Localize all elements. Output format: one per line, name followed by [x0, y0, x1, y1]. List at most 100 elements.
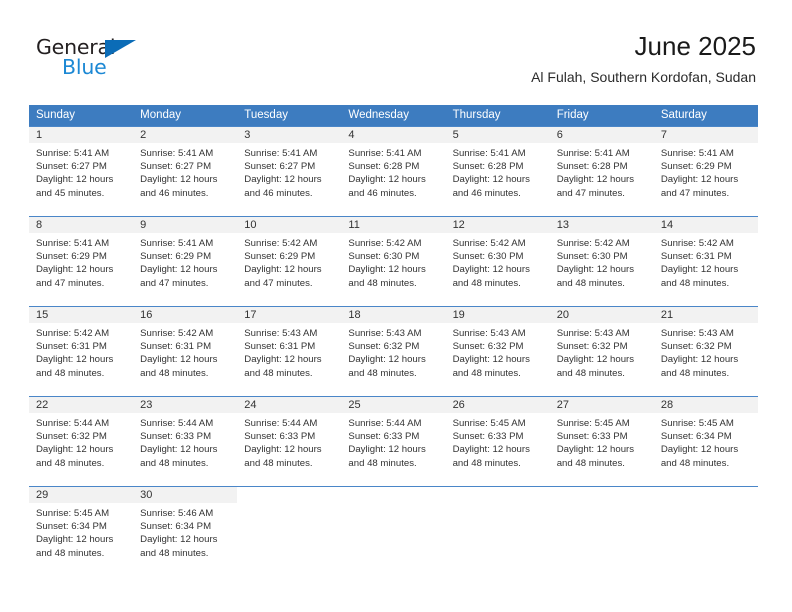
- calendar-week-row: 1 Sunrise: 5:41 AM Sunset: 6:27 PM Daylight…: [29, 126, 758, 217]
- sunrise-text: Sunrise: 5:42 AM: [244, 238, 318, 249]
- daylight-text-line1: Daylight: 12 hours: [660, 444, 739, 456]
- daylight-text-line2: and 48 minutes.: [244, 457, 313, 469]
- daylight-text-line2: and 46 minutes.: [244, 187, 313, 199]
- calendar-day-cell[interactable]: 27 Sunrise: 5:45 AM Sunset: 6:33 PM Dayligh…: [549, 396, 654, 487]
- day-details: Sunrise: 5:41 AM Sunset: 6:27 PM Daylight:…: [237, 143, 341, 200]
- calendar-day-cell[interactable]: 5 Sunrise: 5:41 AM Sunset: 6:28 PM Daylight…: [445, 126, 550, 217]
- day-number: 23: [133, 397, 238, 413]
- calendar-day-cell[interactable]: 14 Sunrise: 5:42 AM Sunset: 6:31 PM Dayligh…: [653, 216, 758, 307]
- calendar-day-cell[interactable]: 20 Sunrise: 5:43 AM Sunset: 6:32 PM Dayligh…: [549, 306, 654, 397]
- calendar-day-cell[interactable]: 22 Sunrise: 5:44 AM Sunset: 6:32 PM Dayligh…: [29, 396, 134, 487]
- day-details: Sunrise: 5:45 AM Sunset: 6:34 PM Daylight:…: [29, 503, 133, 560]
- calendar-day-cell[interactable]: 26 Sunrise: 5:45 AM Sunset: 6:33 PM Dayligh…: [445, 396, 550, 487]
- daylight-text-line2: and 48 minutes.: [140, 547, 209, 559]
- daylight-text-line1: Daylight: 12 hours: [140, 174, 218, 186]
- day-cell-inner: [341, 487, 445, 573]
- sunset-text: Sunset: 6:31 PM: [36, 341, 107, 353]
- sunset-text: Sunset: 6:31 PM: [660, 251, 732, 263]
- calendar-day-cell[interactable]: 2 Sunrise: 5:41 AM Sunset: 6:27 PM Daylight…: [133, 126, 238, 217]
- sunrise-text: Sunrise: 5:41 AM: [556, 148, 630, 159]
- day-number: 14: [653, 217, 758, 233]
- calendar-day-cell[interactable]: 12 Sunrise: 5:42 AM Sunset: 6:30 PM Dayligh…: [445, 216, 550, 307]
- calendar-day-cell[interactable]: 29 Sunrise: 5:45 AM Sunset: 6:34 PM Dayligh…: [29, 486, 134, 573]
- daylight-text-line2: and 48 minutes.: [452, 457, 521, 469]
- day-details: Sunrise: 5:43 AM Sunset: 6:32 PM Daylight:…: [341, 323, 445, 380]
- calendar-day-cell[interactable]: 11 Sunrise: 5:42 AM Sunset: 6:30 PM Dayligh…: [341, 216, 446, 307]
- day-details: Sunrise: 5:41 AM Sunset: 6:27 PM Daylight:…: [133, 143, 237, 200]
- calendar-day-cell[interactable]: 8 Sunrise: 5:41 AM Sunset: 6:29 PM Daylight…: [29, 216, 134, 307]
- sunset-text: Sunset: 6:33 PM: [348, 431, 420, 443]
- day-details: Sunrise: 5:44 AM Sunset: 6:32 PM Daylight:…: [29, 413, 133, 470]
- sunset-text: Sunset: 6:27 PM: [36, 161, 107, 173]
- calendar-day-cell[interactable]: 28 Sunrise: 5:45 AM Sunset: 6:34 PM Dayligh…: [653, 396, 758, 487]
- daylight-text-line1: Daylight: 12 hours: [140, 534, 218, 546]
- calendar-day-cell[interactable]: 25 Sunrise: 5:44 AM Sunset: 6:33 PM Dayligh…: [341, 396, 446, 487]
- day-number: 19: [445, 307, 550, 323]
- day-cell-inner: 5 Sunrise: 5:41 AM Sunset: 6:28 PM Daylight…: [445, 127, 550, 216]
- daylight-text-line1: Daylight: 12 hours: [660, 264, 739, 276]
- title-block: June 2025 Al Fulah, Southern Kordofan, S…: [531, 30, 756, 86]
- sunset-text: Sunset: 6:32 PM: [556, 341, 628, 353]
- calendar-day-cell[interactable]: 16 Sunrise: 5:42 AM Sunset: 6:31 PM Dayligh…: [133, 306, 238, 397]
- day-number: [341, 487, 445, 503]
- daylight-text-line1: Daylight: 12 hours: [660, 174, 739, 186]
- calendar-day-cell[interactable]: 4 Sunrise: 5:41 AM Sunset: 6:28 PM Daylight…: [341, 126, 446, 217]
- calendar-day-cell[interactable]: 15 Sunrise: 5:42 AM Sunset: 6:31 PM Dayligh…: [29, 306, 134, 397]
- sunset-text: Sunset: 6:28 PM: [348, 161, 420, 173]
- day-details: Sunrise: 5:42 AM Sunset: 6:30 PM Daylight:…: [446, 233, 550, 290]
- day-cell-inner: 2 Sunrise: 5:41 AM Sunset: 6:27 PM Daylight…: [133, 127, 238, 216]
- day-details: Sunrise: 5:45 AM Sunset: 6:33 PM Daylight:…: [446, 413, 550, 470]
- calendar-day-cell[interactable]: 21 Sunrise: 5:43 AM Sunset: 6:32 PM Dayligh…: [653, 306, 758, 397]
- calendar-day-cell[interactable]: 13 Sunrise: 5:42 AM Sunset: 6:30 PM Dayligh…: [549, 216, 654, 307]
- calendar-day-cell[interactable]: 7 Sunrise: 5:41 AM Sunset: 6:29 PM Daylight…: [653, 126, 758, 217]
- day-cell-inner: 28 Sunrise: 5:45 AM Sunset: 6:34 PM Dayligh…: [653, 397, 758, 486]
- day-details: Sunrise: 5:43 AM Sunset: 6:32 PM Daylight:…: [654, 323, 758, 380]
- sunset-text: Sunset: 6:33 PM: [556, 431, 628, 443]
- sunrise-text: Sunrise: 5:41 AM: [452, 148, 526, 159]
- calendar-day-cell[interactable]: 6 Sunrise: 5:41 AM Sunset: 6:28 PM Daylight…: [549, 126, 654, 217]
- day-details: Sunrise: 5:42 AM Sunset: 6:30 PM Daylight:…: [341, 233, 445, 290]
- calendar-empty-cell: [341, 486, 446, 573]
- daylight-text-line2: and 48 minutes.: [140, 457, 209, 469]
- sunrise-text: Sunrise: 5:43 AM: [244, 328, 318, 339]
- day-number: 29: [29, 487, 134, 503]
- daylight-text-line1: Daylight: 12 hours: [244, 354, 322, 366]
- daylight-text-line1: Daylight: 12 hours: [452, 174, 530, 186]
- day-number: 25: [341, 397, 446, 413]
- calendar-day-cell[interactable]: 19 Sunrise: 5:43 AM Sunset: 6:32 PM Dayligh…: [445, 306, 550, 397]
- daylight-text-line2: and 45 minutes.: [36, 187, 105, 199]
- day-cell-inner: [550, 487, 654, 573]
- calendar-day-cell[interactable]: 1 Sunrise: 5:41 AM Sunset: 6:27 PM Daylight…: [29, 126, 134, 217]
- day-cell-inner: 9 Sunrise: 5:41 AM Sunset: 6:29 PM Daylight…: [133, 217, 238, 306]
- day-number: 30: [133, 487, 238, 503]
- day-number: 12: [445, 217, 550, 233]
- calendar-day-cell[interactable]: 24 Sunrise: 5:44 AM Sunset: 6:33 PM Dayligh…: [237, 396, 342, 487]
- day-details: Sunrise: 5:43 AM Sunset: 6:32 PM Daylight:…: [446, 323, 550, 380]
- daylight-text-line2: and 48 minutes.: [556, 457, 625, 469]
- day-number: 26: [445, 397, 550, 413]
- sunset-text: Sunset: 6:32 PM: [348, 341, 420, 353]
- generalblue-logo[interactable]: General Blue: [36, 36, 186, 82]
- calendar-day-cell[interactable]: 18 Sunrise: 5:43 AM Sunset: 6:32 PM Dayligh…: [341, 306, 446, 397]
- calendar-day-cell[interactable]: 3 Sunrise: 5:41 AM Sunset: 6:27 PM Daylight…: [237, 126, 342, 217]
- day-number: 22: [29, 397, 134, 413]
- calendar-day-cell[interactable]: 9 Sunrise: 5:41 AM Sunset: 6:29 PM Daylight…: [133, 216, 238, 307]
- day-number: 13: [549, 217, 654, 233]
- calendar-day-cell[interactable]: 10 Sunrise: 5:42 AM Sunset: 6:29 PM Dayligh…: [237, 216, 342, 307]
- daylight-text-line2: and 48 minutes.: [556, 277, 625, 289]
- day-details: Sunrise: 5:45 AM Sunset: 6:34 PM Daylight:…: [654, 413, 758, 470]
- calendar-day-cell[interactable]: 30 Sunrise: 5:46 AM Sunset: 6:34 PM Dayligh…: [133, 486, 238, 573]
- day-number: [550, 487, 654, 503]
- day-number: 27: [549, 397, 654, 413]
- day-cell-inner: 24 Sunrise: 5:44 AM Sunset: 6:33 PM Dayligh…: [237, 397, 342, 486]
- sunrise-text: Sunrise: 5:43 AM: [660, 328, 734, 339]
- calendar-day-cell[interactable]: 17 Sunrise: 5:43 AM Sunset: 6:31 PM Dayligh…: [237, 306, 342, 397]
- day-details: Sunrise: 5:41 AM Sunset: 6:28 PM Daylight:…: [446, 143, 550, 200]
- calendar-day-cell[interactable]: 23 Sunrise: 5:44 AM Sunset: 6:33 PM Dayligh…: [133, 396, 238, 487]
- sunset-text: Sunset: 6:30 PM: [348, 251, 420, 263]
- calendar-header-row: Sunday Monday Tuesday Wednesday Thursday…: [29, 105, 758, 127]
- sunset-text: Sunset: 6:28 PM: [556, 161, 628, 173]
- day-number: 6: [549, 127, 654, 143]
- day-cell-inner: 14 Sunrise: 5:42 AM Sunset: 6:31 PM Dayligh…: [653, 217, 758, 306]
- sunrise-text: Sunrise: 5:45 AM: [556, 418, 630, 429]
